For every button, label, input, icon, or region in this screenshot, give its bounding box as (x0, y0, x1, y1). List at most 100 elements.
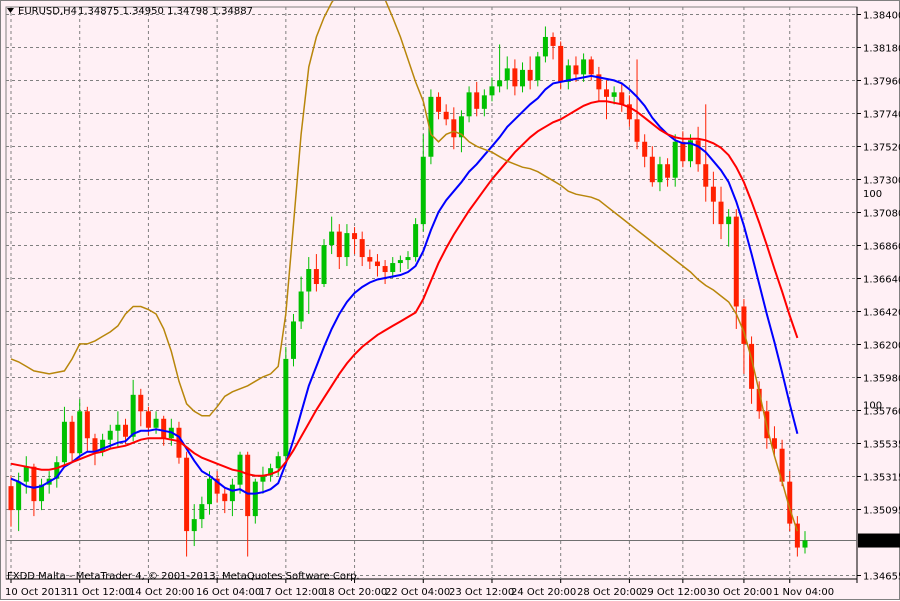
bear-candle[interactable] (69, 421, 75, 454)
bull-candle[interactable] (306, 269, 312, 292)
time-tick-label: 16 Oct 04:00 (196, 587, 261, 598)
price-tick-label: 1.38180 (863, 44, 900, 55)
bear-candle[interactable] (313, 269, 319, 285)
bull-candle[interactable] (657, 164, 663, 183)
bear-candle[interactable] (619, 92, 625, 105)
bull-candle[interactable] (115, 424, 121, 431)
bull-candle[interactable] (520, 69, 526, 87)
bull-candle[interactable] (199, 504, 205, 520)
bull-candle[interactable] (497, 80, 503, 87)
bear-candle[interactable] (436, 96, 442, 112)
bull-candle[interactable] (390, 263, 396, 273)
bear-candle[interactable] (665, 164, 671, 178)
time-tick-label: 24 Oct 20:00 (511, 587, 576, 598)
bear-candle[interactable] (138, 394, 144, 412)
price-tick-label: 1.37300 (863, 176, 900, 187)
bull-candle[interactable] (321, 245, 327, 285)
bear-candle[interactable] (8, 486, 14, 511)
bear-candle[interactable] (84, 411, 90, 439)
bull-candle[interactable] (542, 36, 548, 57)
price-tick-label: 1.36640 (863, 275, 900, 286)
bull-candle[interactable] (229, 484, 235, 502)
bull-candle[interactable] (16, 481, 22, 511)
bear-candle[interactable] (367, 257, 373, 262)
bull-candle[interactable] (802, 540, 808, 548)
price-tick-label: 1.37740 (863, 110, 900, 121)
bull-candle[interactable] (237, 454, 243, 485)
bull-candle[interactable] (504, 68, 510, 81)
time-tick-label: 22 Oct 04:00 (385, 587, 450, 598)
symbol-timeframe-label: EURUSD,H4 (18, 6, 77, 17)
bear-candle[interactable] (558, 45, 564, 82)
bear-candle[interactable] (474, 92, 480, 109)
bull-candle[interactable] (275, 456, 281, 469)
time-tick-label: 1 Nov 04:00 (773, 587, 834, 598)
bull-candle[interactable] (77, 411, 83, 454)
bull-candle[interactable] (420, 156, 426, 225)
bear-candle[interactable] (451, 119, 457, 138)
price-tick-label: 1.36420 (863, 308, 900, 319)
bull-candle[interactable] (611, 92, 617, 97)
bull-candle[interactable] (466, 92, 472, 117)
bull-candle[interactable] (344, 233, 350, 258)
bear-candle[interactable] (443, 111, 449, 120)
bear-candle[interactable] (245, 454, 251, 517)
bull-candle[interactable] (290, 321, 296, 359)
bear-candle[interactable] (161, 418, 167, 439)
bear-candle[interactable] (680, 141, 686, 162)
bear-candle[interactable] (695, 140, 701, 165)
bull-candle[interactable] (413, 224, 419, 258)
bull-candle[interactable] (191, 519, 197, 532)
bear-candle[interactable] (222, 493, 228, 502)
bear-candle[interactable] (123, 424, 129, 437)
price-tick-label: 1.38400 (863, 11, 900, 22)
bull-candle[interactable] (298, 291, 304, 322)
time-tick-label: 17 Oct 12:00 (259, 587, 324, 598)
bull-candle[interactable] (581, 59, 587, 75)
bull-candle[interactable] (489, 86, 495, 96)
price-tick-label: 1.35980 (863, 374, 900, 385)
bull-candle[interactable] (329, 231, 335, 246)
bear-candle[interactable] (31, 466, 37, 502)
bull-candle[interactable] (672, 141, 678, 178)
bull-candle[interactable] (535, 56, 541, 81)
bear-candle[interactable] (588, 59, 594, 75)
bull-candle[interactable] (726, 216, 732, 225)
bear-candle[interactable] (718, 201, 724, 225)
time-tick-label: 18 Oct 20:00 (322, 587, 387, 598)
price-chart[interactable]: 1.38400 1.38180 1.37960 1.37740 1.37520 1.373… (1, 1, 900, 601)
bull-candle[interactable] (405, 257, 411, 261)
bull-candle[interactable] (61, 421, 67, 463)
bull-candle[interactable] (107, 430, 113, 440)
bull-candle[interactable] (207, 478, 212, 505)
bear-candle[interactable] (550, 36, 556, 46)
price-tick-label: 1.35535 (863, 440, 900, 451)
copyright-label: FXDD Malta - MetaTrader 4, © 2001-2013, … (7, 571, 360, 582)
bear-candle[interactable] (352, 233, 358, 240)
bear-candle[interactable] (642, 141, 648, 157)
bull-candle[interactable] (130, 394, 136, 437)
bull-candle[interactable] (23, 466, 29, 482)
bear-candle[interactable] (512, 68, 518, 87)
bear-candle[interactable] (703, 164, 709, 187)
bear-candle[interactable] (710, 186, 716, 202)
bear-candle[interactable] (573, 65, 579, 75)
bull-candle[interactable] (153, 418, 159, 428)
bear-candle[interactable] (733, 216, 739, 307)
bear-candle[interactable] (145, 411, 151, 428)
bear-candle[interactable] (649, 156, 655, 183)
bear-candle[interactable] (359, 239, 365, 258)
bull-candle[interactable] (397, 260, 403, 264)
time-tick-label: 11 Oct 12:00 (66, 587, 131, 598)
bear-candle[interactable] (374, 261, 380, 267)
bear-candle[interactable] (527, 69, 533, 81)
bull-candle[interactable] (283, 358, 289, 457)
bull-candle[interactable] (252, 481, 258, 517)
bear-candle[interactable] (92, 438, 98, 452)
bear-candle[interactable] (336, 231, 342, 258)
bull-candle[interactable] (481, 95, 487, 109)
bear-candle[interactable] (604, 89, 609, 97)
bear-candle[interactable] (634, 119, 640, 142)
bear-candle[interactable] (382, 266, 388, 273)
bear-candle[interactable] (184, 457, 190, 532)
